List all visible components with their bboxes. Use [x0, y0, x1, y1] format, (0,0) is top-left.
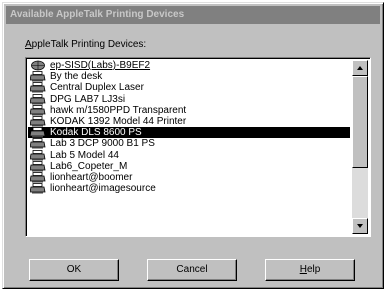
- list-item[interactable]: ep-SISD(Labs)-B9EF2: [28, 60, 350, 71]
- ok-button[interactable]: OK: [29, 259, 119, 281]
- scroll-up-button[interactable]: [352, 60, 368, 76]
- printer-icon: [28, 104, 48, 116]
- device-label: By the desk: [50, 71, 103, 83]
- device-label: ep-SISD(Labs)-B9EF2: [50, 60, 151, 72]
- device-label: Lab6_Copeter_M: [50, 160, 128, 172]
- printing-devices-dialog: Available AppleTalk Printing Devices App…: [2, 2, 384, 289]
- list-item[interactable]: Central Duplex Laser: [28, 82, 350, 93]
- list-item[interactable]: KODAK 1392 Model 44 Printer: [28, 116, 350, 127]
- printer-icon: [28, 127, 48, 138]
- dialog-title-bar[interactable]: Available AppleTalk Printing Devices: [6, 6, 380, 24]
- dialog-title: Available AppleTalk Printing Devices: [10, 9, 185, 20]
- up-arrow-icon: [357, 66, 363, 70]
- device-label: Kodak DLS 8600 PS: [48, 127, 142, 139]
- list-item[interactable]: lionheart@imagesource: [28, 183, 350, 194]
- printer-icon: [28, 82, 48, 93]
- device-label: DPG LAB7 LJ3si: [50, 93, 126, 105]
- cancel-button[interactable]: Cancel: [147, 259, 237, 281]
- device-label: hawk m/1580PPD Transparent: [50, 104, 187, 116]
- device-label: Lab 3 DCP 9000 B1 PS: [50, 138, 155, 150]
- device-list-label: AppleTalk Printing Devices:: [25, 39, 147, 50]
- printer-icon: [28, 149, 48, 161]
- device-listbox[interactable]: ep-SISD(Labs)-B9EF2 By the desk Central Du…: [25, 57, 371, 237]
- printer-icon: [28, 138, 48, 149]
- list-item[interactable]: lionheart@boomer: [28, 172, 350, 183]
- device-label: lionheart@boomer: [50, 171, 133, 183]
- device-list: ep-SISD(Labs)-B9EF2 By the desk Central Du…: [28, 60, 350, 194]
- vertical-scrollbar[interactable]: [352, 60, 368, 234]
- list-item[interactable]: Lab6_Copeter_M: [28, 161, 350, 172]
- scroll-down-button[interactable]: [352, 218, 368, 234]
- scroll-thumb[interactable]: [352, 76, 368, 168]
- device-label: lionheart@imagesource: [50, 183, 156, 195]
- zone-icon: [28, 60, 48, 71]
- printer-icon: [28, 160, 48, 172]
- printer-icon: [28, 116, 48, 127]
- printer-icon: [28, 71, 48, 82]
- printer-icon: [28, 93, 48, 105]
- list-item[interactable]: hawk m/1580PPD Transparent: [28, 105, 350, 116]
- device-label: Central Duplex Laser: [50, 82, 144, 94]
- device-label: KODAK 1392 Model 44 Printer: [50, 116, 187, 128]
- list-item[interactable]: Kodak DLS 8600 PS: [28, 127, 350, 139]
- help-button[interactable]: Help: [265, 259, 355, 281]
- list-item[interactable]: By the desk: [28, 71, 350, 82]
- device-label: Lab 5 Model 44: [50, 149, 119, 161]
- printer-icon: [28, 183, 48, 194]
- down-arrow-icon: [357, 224, 363, 228]
- list-item[interactable]: Lab 3 DCP 9000 B1 PS: [28, 138, 350, 149]
- list-item[interactable]: Lab 5 Model 44: [28, 150, 350, 161]
- list-item[interactable]: DPG LAB7 LJ3si: [28, 94, 350, 105]
- printer-icon: [28, 172, 48, 183]
